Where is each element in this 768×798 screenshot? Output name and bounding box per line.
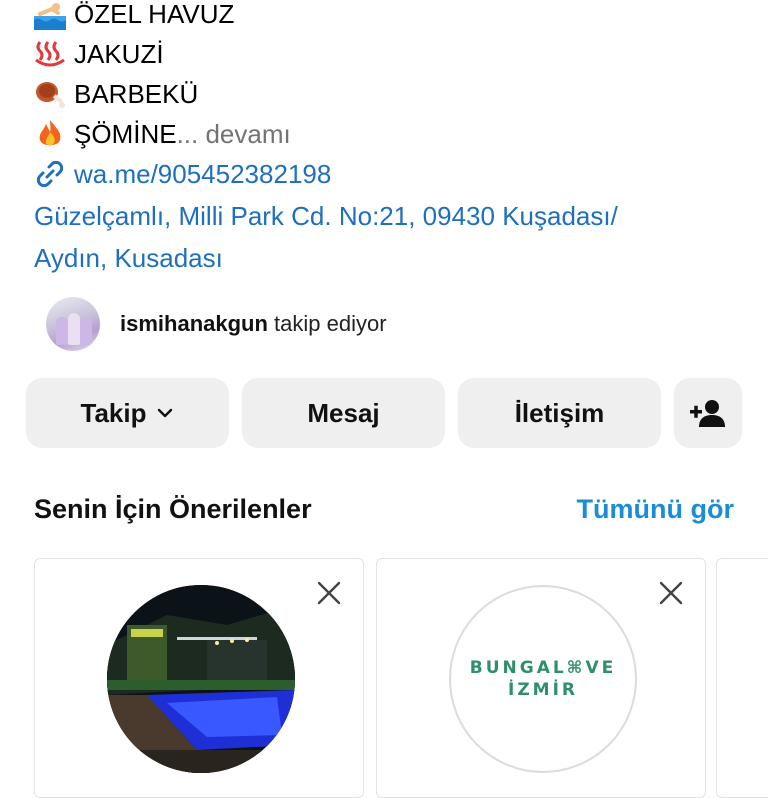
bio-text: BARBEKÜ [74,79,199,109]
meat-on-bone-icon [34,78,66,110]
suggestion-avatar-logo[interactable]: BUNGAL⌘VE İZMİR [449,585,637,773]
suggestions-title: Senin İçin Önerilenler [34,494,312,524]
bio-text: ÖZEL HAVUZ [74,0,235,29]
message-button[interactable]: Mesaj [242,378,445,448]
profile-actions: Takip Mesaj İletişim [26,378,742,448]
logo-line-1: BUNGAL⌘VE [469,658,617,678]
followed-by-text: ismihanakgun takip ediyor [120,311,387,337]
address-line-1[interactable]: Güzelçamlı, Milli Park Cd. No:21, 09430 … [34,195,734,237]
avatar[interactable] [46,297,100,351]
chevron-down-icon [158,408,173,418]
add-person-button[interactable] [674,378,742,448]
suggestions-header: Senin İçin Önerilenler Tümünü gör [34,494,734,525]
bio-text: ŞÖMİNE [74,119,177,149]
profile-bio: ÖZEL HAVUZ JAKUZİ BARBEKÜ ŞÖMİNE ... dev… [34,0,734,279]
contact-label: İletişim [514,397,605,428]
address-link[interactable]: Güzelçamlı, Milli Park Cd. No:21, 09430 … [34,195,734,279]
bio-line-fireplace: ŞÖMİNE ... devamı [34,114,734,154]
suggestion-card-partial[interactable] [716,558,768,798]
followed-suffix: takip ediyor [274,311,387,336]
hot-springs-icon [34,38,66,70]
follow-label: Takip [80,397,147,428]
pool-night-photo [107,585,295,773]
contact-button[interactable]: İletişim [458,378,661,448]
swimmer-icon [34,0,66,30]
close-icon[interactable] [315,579,343,607]
bio-line-pool: ÖZEL HAVUZ [34,0,734,34]
bio-line-jacuzzi: JAKUZİ [34,34,734,74]
close-icon[interactable] [657,579,685,607]
person-add-icon [690,400,725,427]
bio-text: JAKUZİ [74,39,164,69]
followed-by-row[interactable]: ismihanakgun takip ediyor [46,296,387,352]
bio-more-link[interactable]: ... devamı [177,114,291,154]
address-line-2[interactable]: Aydın, Kusadası [34,237,734,279]
follow-button[interactable]: Takip [26,378,229,448]
followed-username[interactable]: ismihanakgun [120,311,268,336]
suggestion-card[interactable] [34,558,364,798]
suggestion-card[interactable]: BUNGAL⌘VE İZMİR [376,558,706,798]
message-label: Mesaj [307,397,380,428]
bio-website-link[interactable]: wa.me/905452382198 [34,154,734,194]
website-link-text[interactable]: wa.me/905452382198 [74,154,331,194]
link-icon [34,158,66,190]
fire-icon [34,118,66,150]
suggestion-avatar[interactable] [107,585,295,773]
logo-line-2: İZMİR [508,680,578,700]
see-all-link[interactable]: Tümünü gör [577,494,734,525]
bio-line-barbecue: BARBEKÜ [34,74,734,114]
